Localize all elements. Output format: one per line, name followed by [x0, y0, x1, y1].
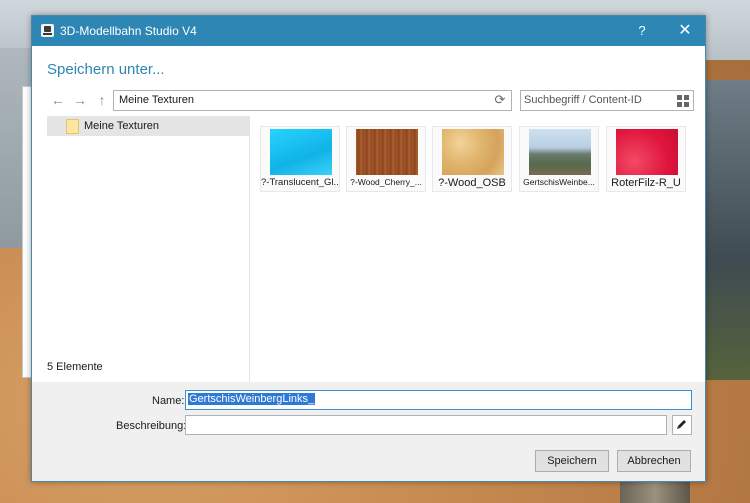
title-bar: 3D-Modellbahn Studio V4 ? ✕ — [32, 16, 705, 46]
texture-thumbnail — [356, 129, 418, 175]
folder-icon — [66, 119, 79, 134]
search-input[interactable]: Suchbegriff / Content-ID — [520, 90, 694, 111]
name-field-value: GertschisWeinbergLinks_ — [188, 393, 316, 405]
refresh-icon[interactable]: ⟳ — [493, 93, 507, 107]
description-label: Beschreibung: — [116, 420, 187, 432]
name-label: Name: — [152, 395, 185, 407]
texture-thumbnail — [442, 129, 504, 175]
app-icon — [41, 24, 54, 37]
folder-tree: Meine Texturen — [47, 116, 250, 382]
up-arrow-icon[interactable]: ↑ — [93, 91, 111, 109]
grid-view-icon[interactable] — [677, 95, 689, 107]
file-item[interactable]: ?-Translucent_Gl... — [260, 126, 340, 192]
texture-thumbnail — [270, 129, 332, 175]
file-label: ?-Translucent_Gl... — [261, 177, 339, 188]
file-label: RoterFilz-R_U — [611, 177, 681, 189]
background-panel-right — [704, 80, 750, 380]
forward-arrow-icon[interactable]: → — [71, 91, 89, 109]
help-button[interactable]: ? — [627, 21, 657, 41]
dialog-heading: Speichern unter... — [47, 61, 165, 78]
cancel-button[interactable]: Abbrechen — [617, 450, 691, 472]
pen-icon — [677, 420, 686, 429]
save-dialog: 3D-Modellbahn Studio V4 ? ✕ Speichern un… — [31, 15, 706, 482]
search-placeholder: Suchbegriff / Content-ID — [524, 94, 642, 106]
window-title: 3D-Modellbahn Studio V4 — [60, 24, 197, 38]
form-panel: Name: GertschisWeinbergLinks_ Beschreibu… — [32, 382, 705, 481]
name-field[interactable]: GertschisWeinbergLinks_ — [185, 390, 692, 410]
edit-description-button[interactable] — [672, 415, 692, 435]
file-item[interactable]: ?-Wood_Cherry_... — [346, 126, 426, 192]
tree-item-meine-texturen[interactable]: Meine Texturen — [47, 116, 249, 136]
close-button[interactable]: ✕ — [670, 21, 700, 41]
file-item[interactable]: ?-Wood_OSB — [432, 126, 512, 192]
file-label: GertschisWeinbe... — [523, 177, 595, 187]
dialog-content: Speichern unter... ← → ↑ Meine Texturen … — [32, 46, 705, 481]
path-field[interactable]: Meine Texturen ⟳ — [113, 90, 512, 111]
save-button[interactable]: Speichern — [535, 450, 609, 472]
file-label: ?-Wood_Cherry_... — [350, 177, 422, 187]
file-label: ?-Wood_OSB — [438, 177, 506, 189]
file-item[interactable]: RoterFilz-R_U — [606, 126, 686, 192]
item-count: 5 Elemente — [47, 361, 103, 373]
back-arrow-icon[interactable]: ← — [49, 91, 67, 109]
path-text: Meine Texturen — [119, 94, 195, 106]
texture-thumbnail — [616, 129, 678, 175]
photo-thumbnail — [529, 129, 591, 175]
file-item[interactable]: GertschisWeinbe... — [519, 126, 599, 192]
description-field[interactable] — [185, 415, 667, 435]
tree-item-label: Meine Texturen — [84, 120, 160, 132]
